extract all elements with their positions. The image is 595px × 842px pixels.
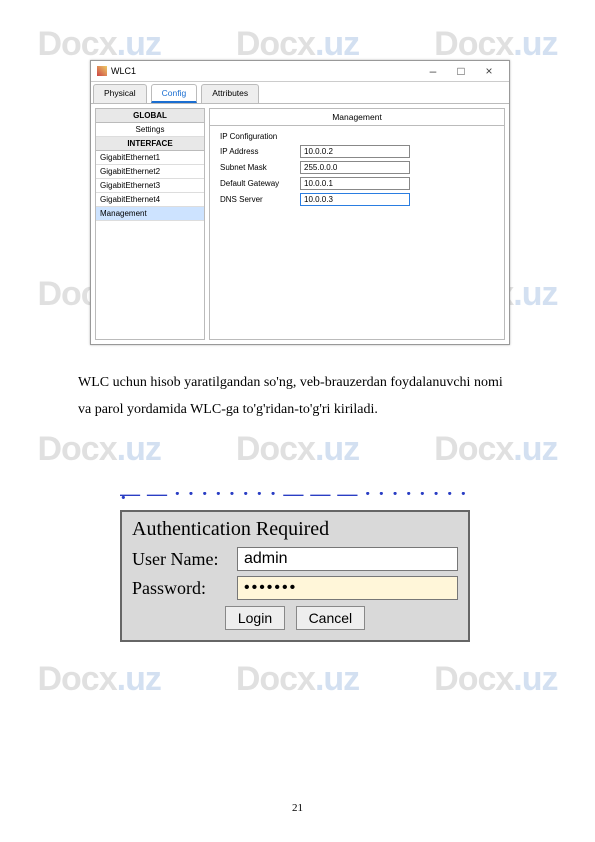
cropped-blue-header: — — · · · · · · · · — — — · · · · · · · … xyxy=(120,492,470,508)
ip-configuration-section: IP Configuration IP Address Subnet Mask … xyxy=(210,126,504,215)
username-label: User Name: xyxy=(132,549,237,570)
default-gateway-input[interactable] xyxy=(300,177,410,190)
wlc-config-window: WLC1 – □ × Physical Config Attributes GL… xyxy=(90,60,510,345)
login-button[interactable]: Login xyxy=(225,606,285,630)
page-number: 21 xyxy=(0,802,595,814)
subnet-mask-label: Subnet Mask xyxy=(220,163,300,172)
section-label: IP Configuration xyxy=(220,132,494,141)
panel-title: Management xyxy=(210,109,504,126)
auth-title: Authentication Required xyxy=(132,518,458,541)
sidebar-header-global: GLOBAL xyxy=(96,109,204,123)
field-default-gateway: Default Gateway xyxy=(220,177,494,190)
watermark: Docx.uz xyxy=(236,660,359,699)
body-paragraph: WLC uchun hisob yaratilgandan so'ng, veb… xyxy=(78,370,518,423)
watermark-row: Docx.uz Docx.uz Docx.uz xyxy=(0,25,595,64)
watermark: Docx.uz xyxy=(236,25,359,64)
window-title: WLC1 xyxy=(111,66,419,76)
sidebar-item-settings[interactable]: Settings xyxy=(96,123,204,137)
watermark: Docx.uz xyxy=(434,660,557,699)
tab-physical[interactable]: Physical xyxy=(93,84,147,103)
cancel-button[interactable]: Cancel xyxy=(296,606,366,630)
field-dns-server: DNS Server xyxy=(220,193,494,206)
tab-config[interactable]: Config xyxy=(151,84,198,103)
field-subnet-mask: Subnet Mask xyxy=(220,161,494,174)
window-titlebar: WLC1 – □ × xyxy=(91,61,509,82)
password-input[interactable] xyxy=(237,576,458,600)
watermark-row: Docx.uz Docx.uz Docx.uz xyxy=(0,430,595,469)
ip-address-input[interactable] xyxy=(300,145,410,158)
sidebar-item-ge4[interactable]: GigabitEthernet4 xyxy=(96,193,204,207)
watermark: Docx.uz xyxy=(37,25,160,64)
close-button[interactable]: × xyxy=(475,64,503,78)
watermark: Docx.uz xyxy=(434,25,557,64)
main-panel: Management IP Configuration IP Address S… xyxy=(209,108,505,340)
watermark: Docx.uz xyxy=(434,430,557,469)
watermark: Docx.uz xyxy=(37,660,160,699)
sidebar-item-management[interactable]: Management xyxy=(96,207,204,221)
config-body: GLOBAL Settings INTERFACE GigabitEtherne… xyxy=(91,104,509,344)
field-password: Password: xyxy=(132,576,458,600)
watermark-row: Docx.uz Docx.uz Docx.uz xyxy=(0,660,595,699)
config-sidebar: GLOBAL Settings INTERFACE GigabitEtherne… xyxy=(95,108,205,340)
subnet-mask-input[interactable] xyxy=(300,161,410,174)
sidebar-item-ge3[interactable]: GigabitEthernet3 xyxy=(96,179,204,193)
auth-screenshot: — — · · · · · · · · — — — · · · · · · · … xyxy=(120,492,470,642)
app-icon xyxy=(97,66,107,76)
field-username: User Name: xyxy=(132,547,458,571)
default-gateway-label: Default Gateway xyxy=(220,179,300,188)
sidebar-item-ge2[interactable]: GigabitEthernet2 xyxy=(96,165,204,179)
tab-bar: Physical Config Attributes xyxy=(91,82,509,104)
dns-server-input[interactable] xyxy=(300,193,410,206)
sidebar-item-ge1[interactable]: GigabitEthernet1 xyxy=(96,151,204,165)
watermark: Docx.uz xyxy=(236,430,359,469)
auth-button-row: Login Cancel xyxy=(132,606,458,630)
sidebar-header-interface: INTERFACE xyxy=(96,137,204,151)
maximize-button[interactable]: □ xyxy=(447,64,475,78)
ip-address-label: IP Address xyxy=(220,147,300,156)
watermark: Docx.uz xyxy=(37,430,160,469)
auth-dialog: Authentication Required User Name: Passw… xyxy=(120,510,470,642)
field-ip-address: IP Address xyxy=(220,145,494,158)
tab-attributes[interactable]: Attributes xyxy=(201,84,259,103)
minimize-button[interactable]: – xyxy=(419,64,447,78)
dns-server-label: DNS Server xyxy=(220,195,300,204)
username-input[interactable] xyxy=(237,547,458,571)
password-label: Password: xyxy=(132,578,237,599)
